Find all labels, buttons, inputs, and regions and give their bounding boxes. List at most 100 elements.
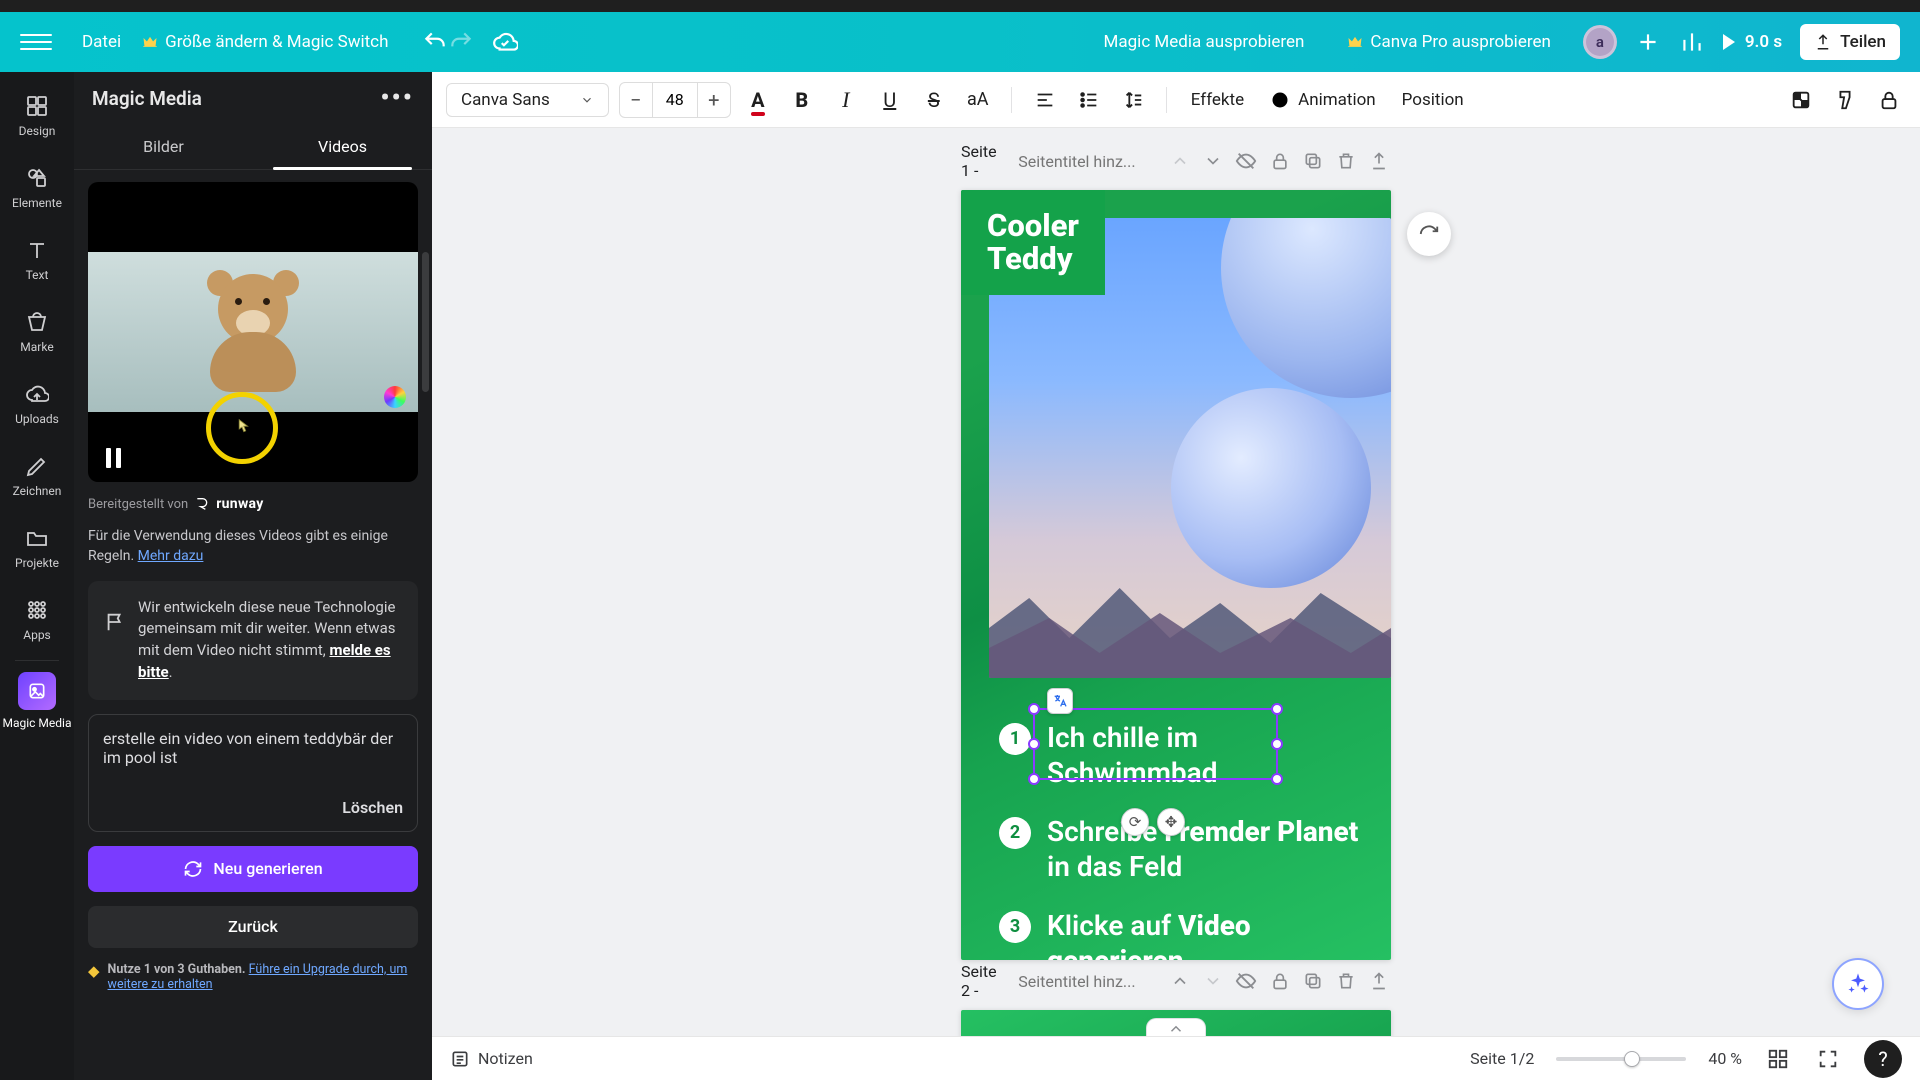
page2-down-button[interactable]: [1202, 967, 1225, 995]
step-2[interactable]: 2 Schreibe Fremder Planet in das Feld: [999, 814, 1371, 884]
main-menu-button[interactable]: [20, 26, 52, 58]
pointer-cursor-icon: [231, 417, 253, 439]
insights-button[interactable]: [1679, 29, 1705, 55]
italic-button[interactable]: I: [829, 83, 863, 117]
notes-button[interactable]: Notizen: [450, 1049, 533, 1069]
animation-button[interactable]: Animation: [1262, 90, 1384, 110]
rail-projects[interactable]: Projekte: [0, 512, 74, 584]
zoom-slider-thumb[interactable]: [1624, 1051, 1640, 1067]
rail-uploads[interactable]: Uploads: [0, 368, 74, 440]
transparency-button[interactable]: [1784, 83, 1818, 117]
align-button[interactable]: [1028, 83, 1062, 117]
page-delete-button[interactable]: [1335, 147, 1358, 175]
spacing-button[interactable]: [1116, 83, 1150, 117]
assistant-fab[interactable]: [1832, 958, 1884, 1010]
share-button[interactable]: Teilen: [1800, 24, 1900, 60]
teddy-illustration: [193, 266, 313, 386]
step-3-number: 3: [999, 911, 1031, 943]
rail-brand-label: Marke: [20, 340, 53, 354]
rail-magic-media[interactable]: Magic Media: [0, 665, 74, 737]
rail-design[interactable]: Design: [0, 80, 74, 152]
page2-up-button[interactable]: [1168, 967, 1191, 995]
translate-badge[interactable]: [1047, 688, 1073, 714]
rules-more-link[interactable]: Mehr dazu: [138, 548, 204, 564]
redo-button[interactable]: [448, 29, 474, 55]
pause-button[interactable]: [106, 448, 121, 468]
notes-icon: [450, 1049, 470, 1069]
generated-video-preview[interactable]: [88, 182, 418, 482]
file-menu[interactable]: Datei: [72, 26, 131, 58]
move-handle[interactable]: ✥: [1157, 808, 1185, 836]
rotate-handle[interactable]: ⟳: [1121, 808, 1149, 836]
font-size-plus[interactable]: +: [698, 83, 730, 117]
avatar[interactable]: a: [1583, 25, 1617, 59]
add-collaborator-button[interactable]: [1635, 29, 1661, 55]
present-duration[interactable]: 9.0 s: [1745, 32, 1782, 52]
zoom-slider[interactable]: [1556, 1057, 1686, 1061]
page2-duplicate-button[interactable]: [1301, 967, 1324, 995]
help-button[interactable]: ?: [1864, 1040, 1902, 1078]
rail-brand[interactable]: Marke: [0, 296, 74, 368]
page2-export-button[interactable]: [1368, 967, 1391, 995]
page-down-button[interactable]: [1202, 147, 1225, 175]
resize-magic-switch-button[interactable]: Größe ändern & Magic Switch: [131, 26, 398, 58]
doc-title[interactable]: Magic Media ausprobieren: [1094, 26, 1315, 58]
font-size-stepper[interactable]: − +: [619, 82, 731, 118]
try-pro-button[interactable]: Canva Pro ausprobieren: [1332, 26, 1564, 58]
grid-view-button[interactable]: [1764, 1045, 1792, 1073]
page-visibility-button[interactable]: [1235, 147, 1258, 175]
page-1-title-input[interactable]: [1018, 152, 1148, 171]
undo-button[interactable]: [422, 29, 448, 55]
page2-visibility-button[interactable]: [1235, 967, 1258, 995]
page2-delete-button[interactable]: [1335, 967, 1358, 995]
font-size-minus[interactable]: −: [620, 83, 652, 117]
back-button[interactable]: Zurück: [88, 906, 418, 948]
tab-videos[interactable]: Videos: [253, 124, 432, 169]
text-case-button[interactable]: aA: [961, 83, 995, 117]
list-button[interactable]: [1072, 83, 1106, 117]
rail-apps[interactable]: Apps: [0, 584, 74, 656]
page-2-title-input[interactable]: [1018, 972, 1148, 991]
canvas-area[interactable]: Seite 1 - Cooler Teddy 1 Ic: [432, 128, 1920, 1036]
design-page-1[interactable]: Cooler Teddy 1 Ich chille im Schwimmbad …: [961, 190, 1391, 960]
zoom-value[interactable]: 40 %: [1708, 1049, 1742, 1068]
fullscreen-button[interactable]: [1814, 1045, 1842, 1073]
underline-button[interactable]: U: [873, 83, 907, 117]
rail-draw-label: Zeichnen: [13, 484, 62, 498]
present-play-icon[interactable]: [1723, 34, 1735, 50]
clear-prompt-button[interactable]: Löschen: [342, 798, 403, 817]
bold-button[interactable]: B: [785, 83, 819, 117]
page-duplicate-button[interactable]: [1301, 147, 1324, 175]
text-color-button[interactable]: A: [741, 83, 775, 117]
crown-icon: [141, 33, 159, 51]
strikethrough-button[interactable]: S: [917, 83, 951, 117]
position-button[interactable]: Position: [1394, 90, 1472, 110]
page-lock-button[interactable]: [1268, 147, 1291, 175]
page-counter[interactable]: Seite 1/2: [1470, 1049, 1534, 1068]
font-size-input[interactable]: [652, 83, 698, 117]
panel-scrollbar[interactable]: [422, 252, 429, 392]
effects-button[interactable]: Effekte: [1183, 90, 1252, 110]
upload-icon: [1814, 33, 1832, 51]
rules-sentence: Für die Verwendung dieses Videos gibt es…: [88, 528, 388, 564]
page-export-button[interactable]: [1368, 147, 1391, 175]
page2-lock-button[interactable]: [1268, 967, 1291, 995]
page-up-button[interactable]: [1168, 147, 1191, 175]
sparkle-icon: [1847, 973, 1869, 995]
rail-draw[interactable]: Zeichnen: [0, 440, 74, 512]
font-family-select[interactable]: Canva Sans: [446, 83, 609, 117]
resize-label: Größe ändern & Magic Switch: [165, 32, 388, 52]
object-rail: Design Elemente Text Marke Uploads Zeich…: [0, 72, 74, 1080]
regenerate-button[interactable]: Neu generieren: [88, 846, 418, 892]
copy-style-button[interactable]: [1828, 83, 1862, 117]
cloud-sync-icon[interactable]: [492, 29, 518, 55]
show-pages-button[interactable]: [1146, 1018, 1206, 1036]
refresh-element-button[interactable]: [1407, 212, 1451, 256]
selection-frame[interactable]: [1033, 708, 1278, 780]
tab-images[interactable]: Bilder: [74, 124, 253, 169]
design-title-box[interactable]: Cooler Teddy: [961, 190, 1105, 295]
rail-text[interactable]: Text: [0, 224, 74, 296]
lock-button[interactable]: [1872, 83, 1906, 117]
rail-elements[interactable]: Elemente: [0, 152, 74, 224]
prompt-input[interactable]: erstelle ein video von einem teddybär de…: [88, 714, 418, 832]
